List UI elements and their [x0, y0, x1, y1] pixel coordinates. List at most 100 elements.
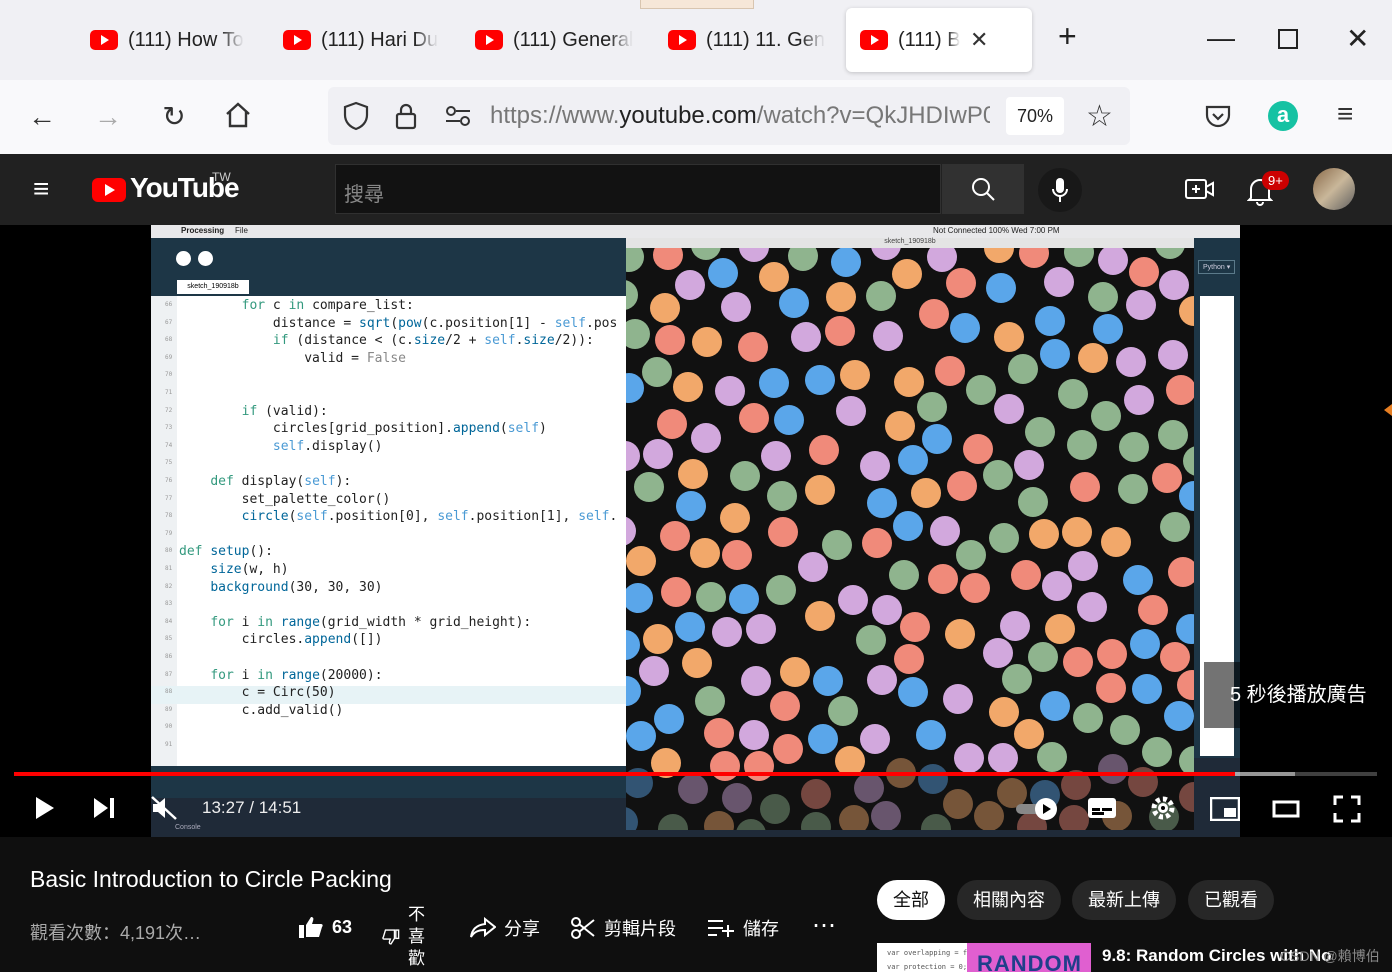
- progress-bar[interactable]: [14, 772, 1377, 776]
- packed-circle: [866, 665, 897, 696]
- packed-circle: [682, 647, 713, 678]
- search-input[interactable]: 搜尋: [335, 164, 941, 214]
- zoom-level-button[interactable]: 70%: [1006, 97, 1064, 135]
- hamburger-menu-icon[interactable]: ≡: [33, 175, 49, 203]
- address-bar[interactable]: https://www.youtube.com/watch?v=QkJHDIwP…: [328, 87, 1130, 145]
- packed-circle: [1096, 639, 1127, 670]
- voice-search-button[interactable]: [1038, 168, 1082, 212]
- subtitles-icon[interactable]: [1087, 797, 1117, 824]
- packed-circle: [900, 611, 931, 642]
- packed-circle: [678, 774, 709, 805]
- chip-recent[interactable]: 最新上傳: [1072, 880, 1176, 920]
- packed-circle: [929, 516, 960, 547]
- packed-circle: [987, 742, 1018, 773]
- packed-circle: [801, 778, 832, 809]
- packed-circle: [1124, 384, 1155, 415]
- packed-circle: [758, 262, 789, 293]
- line-number: 66: [165, 301, 173, 308]
- code-line: 71: [151, 385, 626, 403]
- ad-countdown-label[interactable]: 5 秒後播放廣告: [1204, 662, 1392, 728]
- recommended-thumbnail[interactable]: var overlapping = fals var protection = …: [877, 943, 1091, 972]
- miniplayer-icon[interactable]: [1209, 796, 1241, 826]
- packed-circle: [916, 719, 947, 750]
- packed-circle: [1027, 641, 1058, 672]
- url-prefix: https://www.: [490, 102, 620, 129]
- fullscreen-icon[interactable]: [1333, 795, 1361, 828]
- view-count[interactable]: 觀看次數：4,191次…: [30, 919, 201, 945]
- like-button[interactable]: 63: [298, 915, 352, 939]
- shield-icon[interactable]: [342, 101, 370, 136]
- close-tab-icon[interactable]: ✕: [970, 27, 988, 53]
- packed-circle: [893, 644, 924, 675]
- next-video-icon[interactable]: [92, 796, 116, 825]
- packed-circle: [805, 601, 836, 632]
- browser-tab-4[interactable]: (111) 11. Gen: [668, 8, 828, 72]
- settings-gear-icon[interactable]: [1149, 794, 1177, 827]
- youtube-logo-icon[interactable]: [92, 178, 126, 202]
- browser-tab-3[interactable]: (111) General: [475, 8, 635, 72]
- menu-icon[interactable]: ≡: [1337, 98, 1353, 130]
- packed-circle: [974, 800, 1005, 830]
- create-video-icon[interactable]: [1185, 178, 1215, 207]
- save-button[interactable]: 儲存: [707, 915, 779, 941]
- back-icon[interactable]: ←: [25, 100, 59, 134]
- packed-circle: [626, 280, 639, 311]
- packed-circle: [660, 576, 691, 607]
- thumb-code-line-1: var overlapping = fals: [887, 949, 980, 957]
- search-button[interactable]: [942, 164, 1024, 214]
- code-line: 74 self.display(): [151, 438, 626, 456]
- code-text: c.add_valid(): [179, 702, 344, 718]
- pocket-icon[interactable]: [1204, 102, 1232, 135]
- share-button[interactable]: 分享: [470, 915, 540, 941]
- watermark: CSDN @賴博伯: [1280, 948, 1380, 964]
- maximize-icon[interactable]: [1278, 29, 1298, 49]
- bookmark-star-icon[interactable]: ☆: [1086, 99, 1113, 134]
- browser-tab-1[interactable]: (111) How To: [90, 8, 250, 72]
- play-icon[interactable]: [34, 795, 56, 826]
- forward-icon[interactable]: →: [91, 100, 125, 134]
- reload-icon[interactable]: ↻: [157, 100, 191, 134]
- dislike-button[interactable]: 不喜歡: [382, 904, 428, 970]
- extension-icon[interactable]: a: [1268, 101, 1298, 131]
- line-number: 84: [165, 617, 173, 625]
- packed-circle: [791, 322, 822, 353]
- theater-mode-icon[interactable]: [1272, 800, 1300, 823]
- new-tab-icon[interactable]: +: [1058, 18, 1077, 55]
- packed-circle: [770, 690, 801, 721]
- muted-volume-icon[interactable]: [150, 795, 178, 826]
- permissions-icon[interactable]: [444, 103, 472, 134]
- packed-circle: [1068, 551, 1099, 582]
- packed-circle: [994, 394, 1025, 425]
- clip-button[interactable]: 剪輯片段: [570, 915, 676, 941]
- chip-watched[interactable]: 已觀看: [1188, 880, 1274, 920]
- packed-circle: [1141, 737, 1172, 768]
- url-text[interactable]: https://www.youtube.com/watch?v=QkJHDIwP…: [490, 102, 990, 130]
- tab-title: (111) Basic: [898, 28, 960, 51]
- packed-circle: [1039, 691, 1070, 722]
- packed-circle: [1126, 290, 1157, 321]
- chip-all[interactable]: 全部: [877, 880, 945, 920]
- chip-related[interactable]: 相關內容: [957, 880, 1061, 920]
- close-window-icon[interactable]: ✕: [1346, 22, 1369, 55]
- video-player[interactable]: Processing File Not Connected 100% Wed 7…: [0, 225, 1392, 837]
- browser-tab-2[interactable]: (111) Hari Du: [283, 8, 443, 72]
- packed-circle: [855, 624, 886, 655]
- packed-circle: [918, 298, 949, 329]
- packed-circle: [740, 666, 771, 697]
- packed-circle: [999, 610, 1030, 641]
- minimize-icon[interactable]: —: [1207, 22, 1235, 54]
- home-icon[interactable]: [221, 100, 255, 134]
- clip-label: 剪輯片段: [604, 919, 676, 939]
- youtube-favicon-icon: [283, 30, 311, 50]
- packed-circle: [1062, 516, 1093, 547]
- avatar[interactable]: [1313, 168, 1355, 210]
- browser-tab-active[interactable]: (111) Basic ✕: [846, 8, 1032, 72]
- autoplay-toggle[interactable]: [1014, 796, 1062, 827]
- lock-icon[interactable]: [394, 101, 418, 136]
- packed-circle: [797, 551, 828, 582]
- circle-packing-canvas: [626, 248, 1194, 830]
- packed-circle: [885, 410, 916, 441]
- more-actions-icon[interactable]: ⋯: [812, 911, 837, 940]
- mac-status-text: Not Connected 100% Wed 7:00 PM: [933, 226, 1060, 235]
- packed-circle: [927, 563, 958, 594]
